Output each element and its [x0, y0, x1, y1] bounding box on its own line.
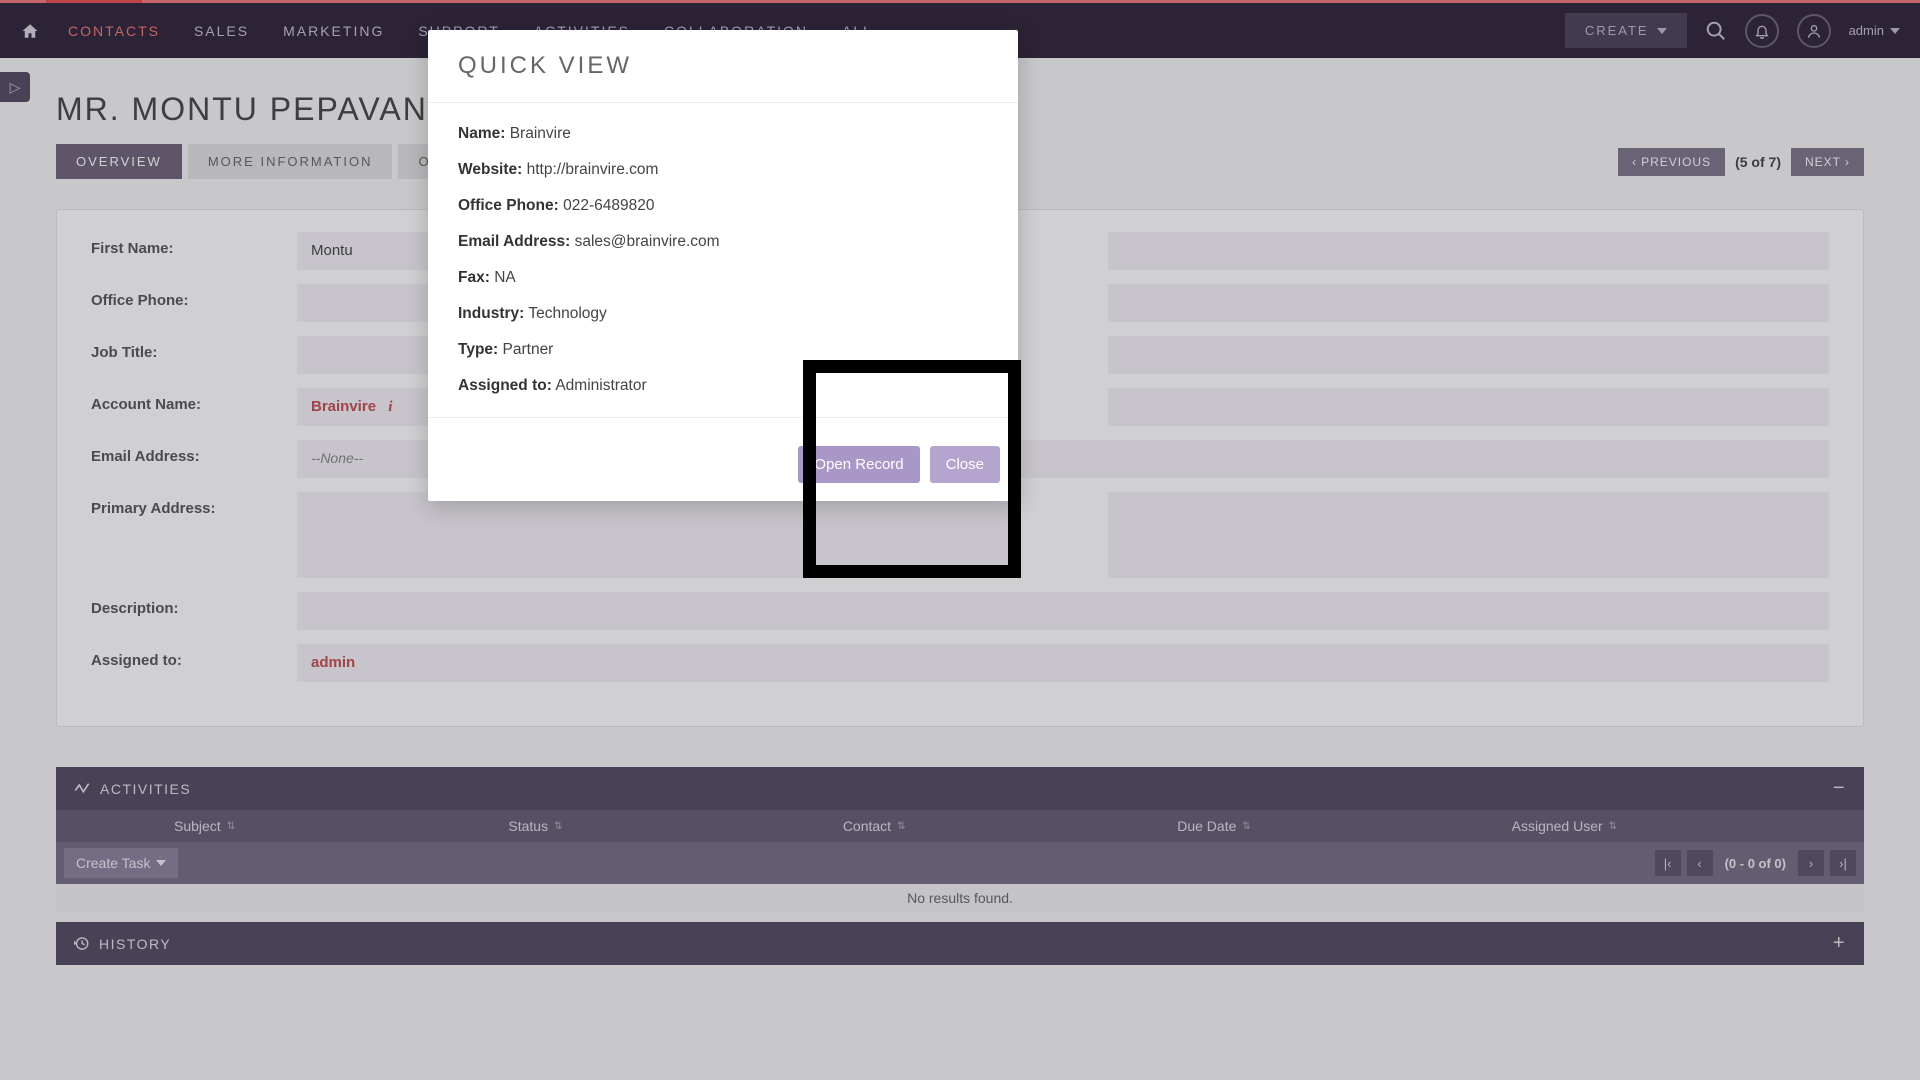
qv-email-label: Email Address:: [458, 233, 570, 250]
qv-fax-label: Fax:: [458, 269, 490, 286]
qv-office-phone-label: Office Phone:: [458, 197, 559, 214]
qv-assigned-label: Assigned to:: [458, 377, 552, 394]
qv-assigned-value: Administrator: [555, 377, 646, 394]
qv-name-label: Name:: [458, 125, 505, 142]
qv-industry-value: Technology: [528, 305, 606, 322]
qv-office-phone-value: 022-6489820: [563, 197, 654, 214]
open-record-button[interactable]: Open Record: [798, 446, 919, 483]
qv-website-label: Website:: [458, 161, 522, 178]
qv-type-label: Type:: [458, 341, 498, 358]
qv-type-value: Partner: [503, 341, 554, 358]
quick-view-modal: QUICK VIEW Name: Brainvire Website: http…: [428, 30, 1018, 501]
qv-name-value: Brainvire: [510, 125, 571, 142]
modal-title: QUICK VIEW: [428, 30, 1018, 103]
qv-website-value: http://brainvire.com: [527, 161, 659, 178]
close-button[interactable]: Close: [930, 446, 1000, 483]
qv-industry-label: Industry:: [458, 305, 524, 322]
qv-fax-value: NA: [494, 269, 516, 286]
qv-email-value: sales@brainvire.com: [575, 233, 720, 250]
